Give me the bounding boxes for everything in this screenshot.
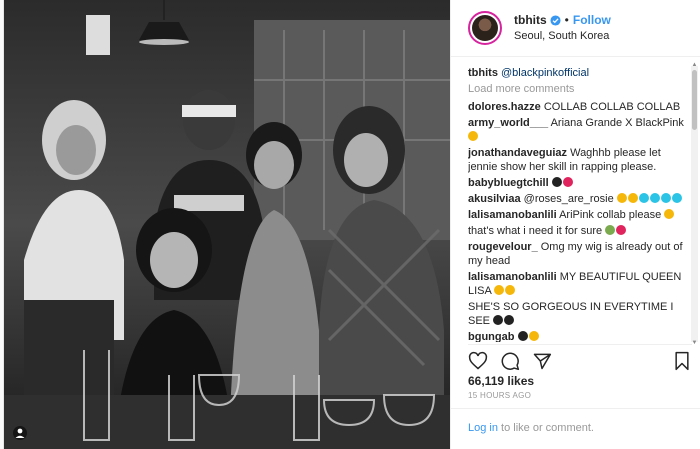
share-icon[interactable] — [532, 351, 552, 371]
comment-item: SHE'S SO GORGEOUS IN EVERYTIME I SEE — [468, 300, 692, 328]
comment-item: akusilviaa @roses_are_rosie — [468, 192, 692, 206]
comment-username[interactable]: bgungab — [468, 331, 514, 342]
emoji-icon — [517, 331, 528, 341]
emoji-icon — [638, 193, 649, 203]
post-photo-graphic — [4, 0, 450, 449]
emoji-icon — [528, 331, 539, 341]
comment-item: bgungab — [468, 330, 692, 342]
caption-mention[interactable]: @blackpinkofficial — [501, 67, 589, 79]
emoji-icon — [664, 209, 675, 219]
comment-username[interactable]: babybluegtchill — [468, 177, 549, 189]
comment-username[interactable]: jonathandaveguiaz — [468, 147, 567, 159]
login-prompt-text: to like or comment. — [497, 422, 594, 434]
comment-item: dolores.hazze COLLAB COLLAB COLLAB — [468, 100, 692, 114]
emoji-icon — [551, 177, 562, 187]
emoji-icon — [660, 193, 671, 203]
comment-item: babybluegtchill — [468, 176, 692, 190]
emoji-icon — [616, 225, 627, 235]
comment-username[interactable]: rougevelour_ — [468, 241, 538, 253]
comment-item: rougevelour_ Omg my wig is already out o… — [468, 240, 692, 268]
comment-items: dolores.hazze COLLAB COLLAB COLLAB army_… — [468, 100, 692, 342]
emoji-icon — [505, 285, 516, 295]
emoji-icon — [504, 315, 515, 325]
caption-username[interactable]: tbhits — [468, 67, 498, 79]
comments-scrollbar[interactable]: ▲ ▼ — [691, 62, 698, 346]
emoji-icon — [627, 193, 638, 203]
comment-username[interactable]: dolores.hazze — [468, 101, 541, 113]
action-bar — [468, 344, 692, 370]
comment-text: AriPink collab please — [559, 209, 662, 221]
comment-username[interactable]: army_world___ — [468, 117, 548, 129]
post-header-text: tbhits • Follow Seoul, South Korea — [514, 12, 611, 44]
scroll-thumb[interactable] — [692, 70, 697, 130]
emoji-icon — [468, 131, 478, 141]
post-photo[interactable] — [4, 0, 450, 449]
comment-item: lalisamanobanlili AriPink collab please — [468, 208, 692, 222]
post-header: tbhits • Follow Seoul, South Korea — [451, 0, 700, 57]
heart-icon[interactable] — [468, 351, 488, 371]
emoji-icon — [494, 285, 505, 295]
comment-item: army_world___ Ariana Grande X BlackPink — [468, 116, 692, 144]
avatar[interactable] — [468, 11, 502, 45]
likes-count[interactable]: 66,119 likes — [468, 374, 534, 388]
separator-dot: • — [564, 13, 569, 27]
caption: tbhits @blackpinkofficial — [468, 66, 692, 80]
comments-list: tbhits @blackpinkofficial Load more comm… — [468, 66, 692, 342]
emoji-icon — [605, 225, 616, 235]
username-link[interactable]: tbhits — [514, 12, 547, 28]
comment-text: that's what i need it for sure — [468, 225, 603, 237]
emoji-icon — [649, 193, 660, 203]
load-more-comments-button[interactable]: Load more comments — [468, 82, 692, 96]
post-side-panel: tbhits • Follow Seoul, South Korea tbhit… — [450, 0, 700, 449]
emoji-icon — [616, 193, 627, 203]
comment-item: that's what i need it for sure — [468, 224, 692, 238]
comment-item: jonathandaveguiaz Waghhb please let jenn… — [468, 146, 692, 174]
comment-item: lalisamanobanlili MY BEAUTIFUL QUEEN LIS… — [468, 270, 692, 298]
emoji-icon — [562, 177, 573, 187]
media-corner-icon — [13, 426, 27, 440]
login-link[interactable]: Log in — [468, 422, 498, 434]
comment-text: @roses_are_rosie — [523, 193, 614, 205]
post-timestamp[interactable]: 15 HOURS AGO — [468, 391, 531, 400]
scroll-down-arrow-icon[interactable]: ▼ — [691, 340, 698, 346]
comment-bubble-icon[interactable] — [500, 351, 520, 371]
emoji-icon — [493, 315, 504, 325]
comment-username[interactable]: akusilviaa — [468, 193, 521, 205]
comment-text: COLLAB COLLAB COLLAB — [543, 101, 681, 113]
comment-username[interactable]: lalisamanobanlili — [468, 209, 557, 221]
location-link[interactable]: Seoul, South Korea — [514, 28, 611, 44]
scroll-up-arrow-icon[interactable]: ▲ — [691, 62, 698, 68]
comment-text: Ariana Grande X BlackPink — [550, 117, 684, 129]
emoji-icon — [671, 193, 682, 203]
bookmark-icon[interactable] — [672, 351, 692, 371]
follow-button[interactable]: Follow — [573, 12, 611, 28]
comment-username[interactable]: lalisamanobanlili — [468, 271, 557, 283]
verified-badge-icon — [550, 14, 561, 26]
login-prompt: Log in to like or comment. — [451, 408, 700, 449]
